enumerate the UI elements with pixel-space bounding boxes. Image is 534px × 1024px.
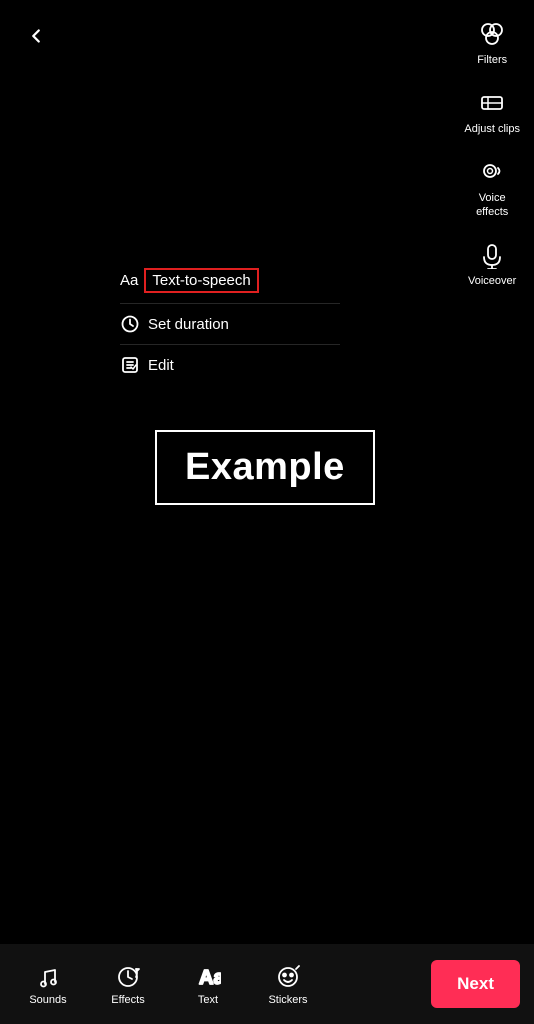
sidebar-item-filters[interactable]: Filters	[462, 10, 522, 73]
sidebar-item-adjust-clips[interactable]: Adjust clips	[460, 79, 524, 142]
text-icon: Aa	[194, 963, 222, 991]
toolbar-item-sounds[interactable]: ♪ Sounds	[8, 955, 88, 1014]
voiceover-icon	[474, 237, 510, 273]
toolbar-item-effects[interactable]: Effects	[88, 955, 168, 1014]
sidebar-item-voiceover[interactable]: Voiceover	[462, 231, 522, 294]
toolbar-item-text[interactable]: Aa Text	[168, 955, 248, 1014]
right-sidebar: Filters Adjust clips Voiceeffects	[460, 10, 524, 294]
example-text-box[interactable]: Example	[155, 430, 375, 505]
text-to-speech-aa-icon: Aa	[120, 272, 138, 289]
text-to-speech-item[interactable]: Aa Text-to-speech	[120, 258, 340, 304]
toolbar-item-stickers[interactable]: Stickers	[248, 955, 328, 1014]
toolbar-items: ♪ Sounds Effects	[8, 955, 431, 1014]
adjust-clips-icon	[474, 85, 510, 121]
edit-item[interactable]: Edit	[120, 345, 340, 385]
voice-effects-icon	[474, 154, 510, 190]
voiceover-label: Voiceover	[468, 275, 516, 288]
adjust-clips-label: Adjust clips	[464, 123, 520, 136]
set-duration-icon	[120, 314, 140, 334]
filters-icon	[474, 16, 510, 52]
stickers-icon	[274, 963, 302, 991]
set-duration-label: Set duration	[148, 316, 229, 333]
edit-label: Edit	[148, 357, 174, 374]
bottom-toolbar: ♪ Sounds Effects	[0, 944, 534, 1024]
set-duration-item[interactable]: Set duration	[120, 304, 340, 345]
filters-label: Filters	[477, 54, 507, 67]
text-label: Text	[198, 994, 218, 1006]
edit-icon	[120, 355, 140, 375]
next-button[interactable]: Next	[431, 960, 520, 1008]
sounds-icon: ♪	[34, 963, 62, 991]
sounds-label: Sounds	[29, 994, 66, 1006]
stickers-label: Stickers	[268, 994, 307, 1006]
sidebar-item-voice-effects[interactable]: Voiceeffects	[462, 148, 522, 224]
voice-effects-label: Voiceeffects	[476, 192, 508, 218]
effects-icon	[114, 963, 142, 991]
back-button[interactable]	[18, 18, 54, 54]
example-text: Example	[185, 446, 345, 488]
svg-text:Aa: Aa	[199, 967, 221, 989]
effects-label: Effects	[111, 994, 144, 1006]
context-menu: Aa Text-to-speech Set duration Edit	[120, 258, 340, 385]
text-to-speech-label: Text-to-speech	[144, 268, 258, 293]
